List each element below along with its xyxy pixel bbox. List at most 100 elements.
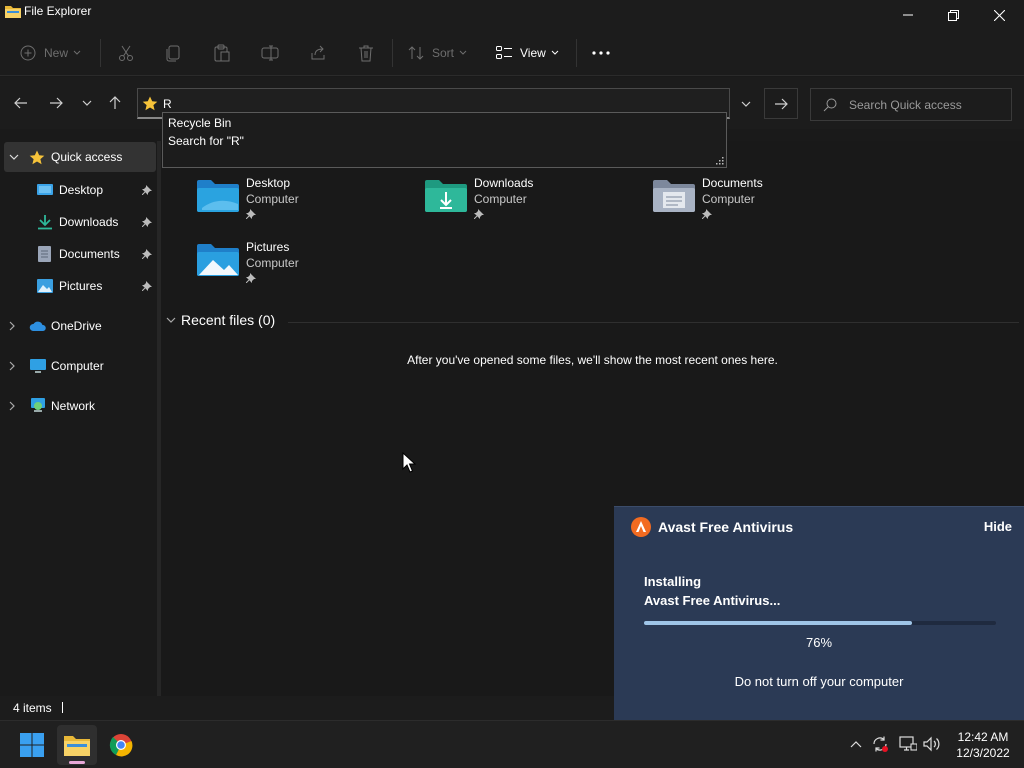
- mouse-cursor-icon: [402, 452, 416, 473]
- desktop-icon: [37, 184, 53, 195]
- sidebar-item-documents[interactable]: Documents: [0, 239, 155, 269]
- clock-time: 12:42 AM: [957, 730, 1009, 744]
- more-icon: [592, 51, 610, 55]
- recent-locations-button[interactable]: [77, 93, 97, 113]
- restore-button[interactable]: [930, 0, 976, 30]
- sidebar-item-label: Downloads: [59, 215, 119, 229]
- folder-location: Computer: [702, 192, 755, 206]
- forward-button[interactable]: [46, 93, 66, 113]
- volume-tray[interactable]: [923, 733, 941, 755]
- sidebar-item-network[interactable]: Network: [0, 391, 155, 421]
- install-warning: Do not turn off your computer: [734, 674, 904, 689]
- status-separator: [62, 702, 63, 713]
- documents-folder-icon: [653, 180, 695, 212]
- pin-icon: [474, 209, 484, 219]
- arrow-up-icon: [109, 96, 121, 109]
- start-button[interactable]: [12, 725, 52, 765]
- sidebar-item-quick-access[interactable]: Quick access: [4, 142, 156, 172]
- recent-files-header[interactable]: Recent files (0): [166, 312, 275, 328]
- command-bar: New Sort View: [0, 30, 1024, 76]
- taskbar: 12:42 AM 12/3/2022: [0, 720, 1024, 768]
- sidebar-item-desktop[interactable]: Desktop: [0, 175, 155, 205]
- sort-button[interactable]: Sort: [408, 40, 467, 66]
- sync-status-tray[interactable]: [871, 733, 889, 755]
- sidebar-item-label: Desktop: [59, 183, 104, 197]
- sidebar-item-onedrive[interactable]: OneDrive: [0, 311, 155, 341]
- empty-recent-message: After you've opened some files, we'll sh…: [407, 353, 778, 367]
- chevron-down-icon: [741, 101, 751, 107]
- windows-logo-icon: [20, 733, 44, 757]
- pin-icon: [246, 209, 256, 219]
- sidebar-item-downloads[interactable]: Downloads: [0, 207, 155, 237]
- chevron-down-icon: [73, 50, 81, 55]
- download-icon: [38, 215, 52, 230]
- ethernet-icon: [899, 736, 917, 751]
- folder-location: Computer: [474, 192, 527, 206]
- show-hidden-icons-button[interactable]: [848, 733, 864, 755]
- chevron-right-icon: [9, 401, 15, 411]
- delete-button[interactable]: [357, 40, 375, 66]
- sort-icon: [408, 46, 424, 60]
- arrow-left-icon: [14, 97, 27, 109]
- minimize-icon: [903, 14, 913, 16]
- folder-tile-desktop[interactable]: Desktop Computer: [196, 176, 416, 232]
- share-button[interactable]: [309, 40, 327, 66]
- new-button[interactable]: New: [20, 40, 81, 66]
- divider: [576, 39, 577, 67]
- suggestion-recycle-bin[interactable]: Recycle Bin: [168, 116, 231, 130]
- install-status-line2: Avast Free Antivirus...: [644, 593, 781, 608]
- folder-name: Downloads: [474, 176, 534, 190]
- minimize-button[interactable]: [885, 0, 931, 30]
- paste-button[interactable]: [213, 40, 231, 66]
- resize-grip-icon[interactable]: [716, 157, 724, 165]
- more-options-button[interactable]: [592, 40, 610, 66]
- folder-tile-pictures[interactable]: Pictures Computer: [196, 240, 416, 296]
- network-icon: [31, 398, 45, 412]
- close-icon: [993, 9, 1005, 21]
- star-icon: [29, 150, 45, 164]
- install-progress-fill: [644, 621, 912, 625]
- up-button[interactable]: [105, 93, 125, 113]
- sidebar-item-label: Pictures: [59, 279, 103, 293]
- window-title: File Explorer: [24, 4, 92, 18]
- arrow-right-icon: [775, 98, 788, 109]
- install-status-line1: Installing: [644, 574, 702, 589]
- back-button[interactable]: [11, 93, 31, 113]
- computer-icon: [30, 358, 46, 373]
- address-suggestions: Recycle Bin Search for "R": [162, 112, 727, 168]
- hide-button[interactable]: Hide: [984, 519, 1012, 534]
- pin-icon: [142, 217, 152, 227]
- address-value: R: [163, 97, 172, 111]
- close-button[interactable]: [976, 0, 1022, 30]
- folder-name: Desktop: [246, 176, 291, 190]
- chrome-icon: [109, 734, 133, 757]
- chevron-right-icon: [9, 361, 15, 371]
- folder-tile-documents[interactable]: Documents Computer: [652, 176, 872, 232]
- go-button[interactable]: [764, 88, 798, 119]
- rename-button[interactable]: [261, 40, 279, 66]
- sidebar-item-computer[interactable]: Computer: [0, 351, 155, 381]
- search-input[interactable]: [849, 96, 1009, 114]
- pin-icon: [702, 209, 712, 219]
- folder-tile-downloads[interactable]: Downloads Computer: [424, 176, 644, 232]
- status-bar: 4 items: [0, 696, 614, 720]
- clock[interactable]: 12:42 AM 12/3/2022: [950, 729, 1016, 761]
- view-button[interactable]: View: [496, 40, 559, 66]
- search-box[interactable]: [810, 88, 1012, 121]
- active-indicator: [69, 761, 85, 764]
- share-icon: [311, 45, 325, 60]
- taskbar-file-explorer[interactable]: [57, 725, 97, 765]
- chevron-right-icon: [9, 321, 15, 331]
- address-history-button[interactable]: [733, 93, 759, 115]
- network-tray[interactable]: [899, 733, 917, 755]
- sidebar-item-pictures[interactable]: Pictures: [0, 271, 155, 301]
- suggestion-search[interactable]: Search for "R": [168, 134, 244, 148]
- clock-date: 12/3/2022: [956, 746, 1010, 760]
- taskbar-chrome[interactable]: [101, 725, 141, 765]
- copy-button[interactable]: [165, 40, 183, 66]
- search-icon: [823, 98, 837, 112]
- sidebar-item-label: OneDrive: [51, 319, 102, 333]
- folder-location: Computer: [246, 256, 299, 270]
- cut-button[interactable]: [117, 40, 135, 66]
- item-count: 4 items: [13, 701, 52, 715]
